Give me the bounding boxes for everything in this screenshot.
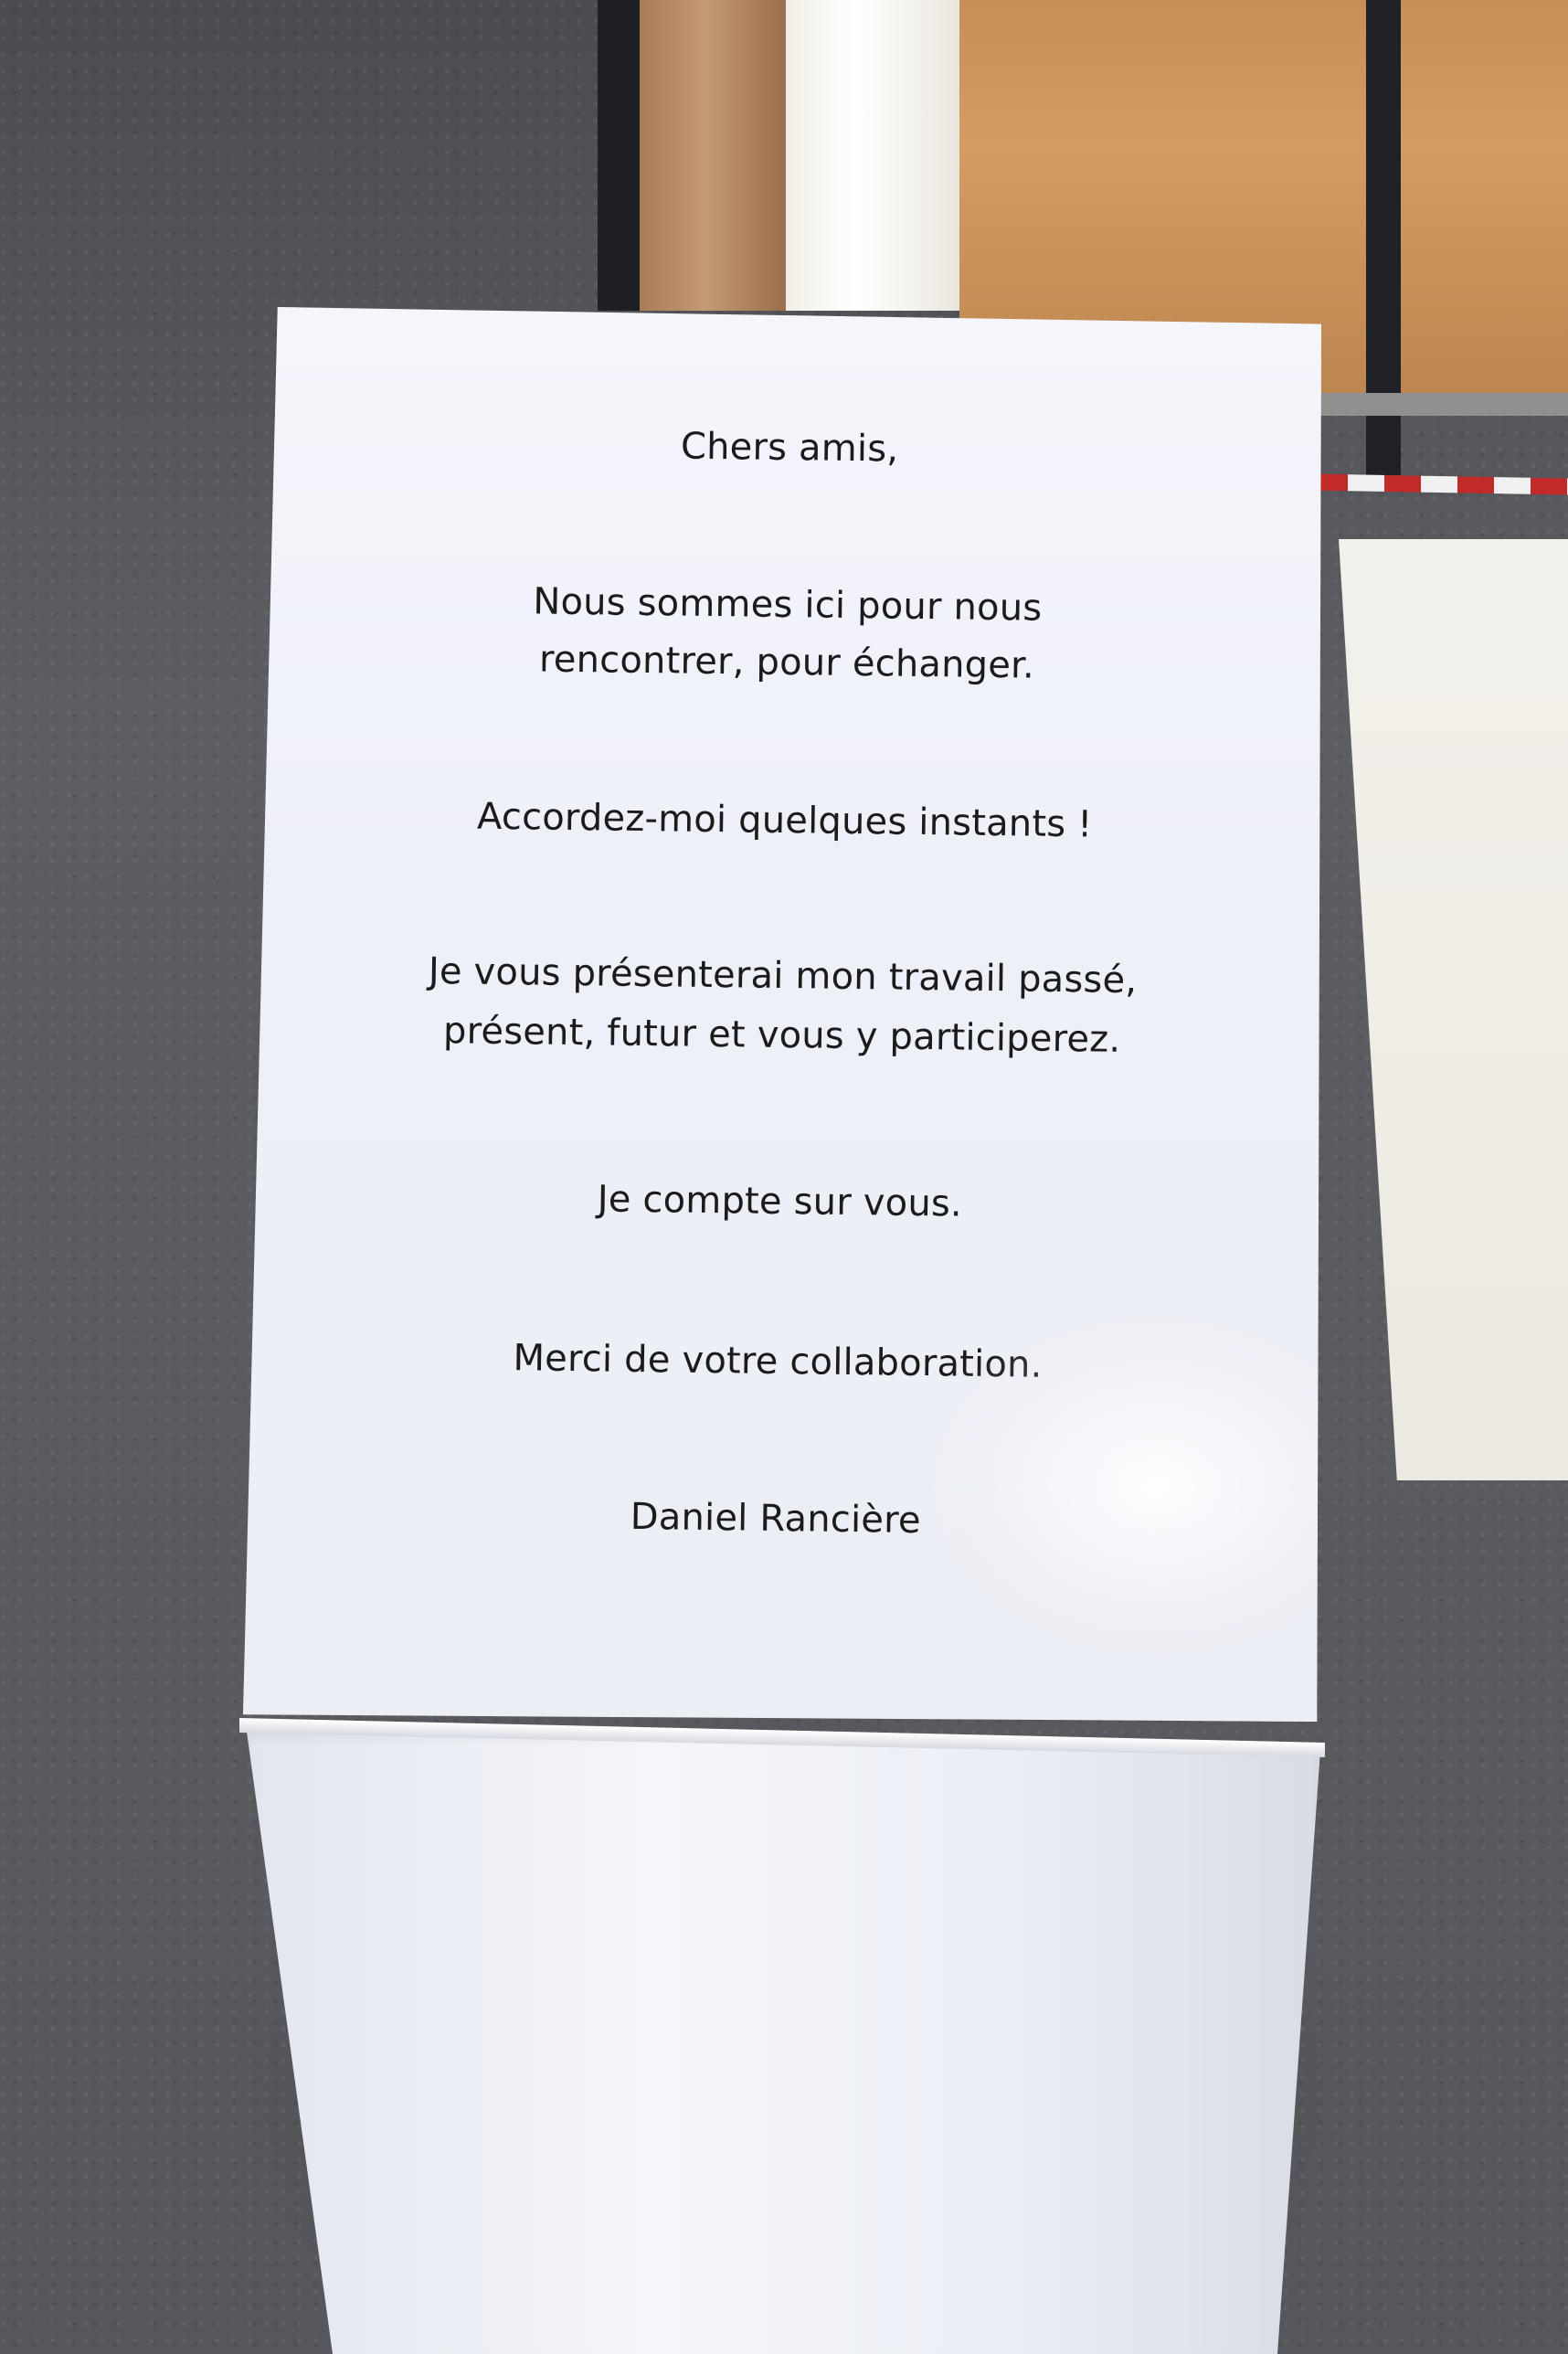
wall-baseboard: [1298, 393, 1568, 416]
letter-line: Merci de votre collaboration.: [513, 1337, 1043, 1386]
printed-letter-sheet: Chers amis, Nous sommes ici pour nous re…: [243, 307, 1321, 1722]
dark-pillar-left: [598, 0, 640, 311]
letter-line: Je vous présenterai mon travail passé,: [428, 949, 1138, 1002]
letter-line: présent, futur et vous y participerez.: [442, 1010, 1121, 1061]
letter-line: rencontrer, pour échanger.: [538, 638, 1035, 687]
letter-line: Chers amis,: [680, 425, 899, 471]
letter-line: Nous sommes ici pour nous: [533, 580, 1043, 630]
wood-panel-left: [640, 0, 786, 311]
white-wall-panel: [786, 0, 959, 311]
display-pedestal: [247, 1732, 1320, 2354]
signature-line: Daniel Rancière: [630, 1495, 921, 1543]
letter-line: Accordez-moi quelques instants !: [476, 795, 1093, 846]
letter-line: Je compte sur vous.: [597, 1178, 963, 1225]
letter-text-block: Chers amis, Nous sommes ici pour nous re…: [243, 307, 1321, 1722]
scene: Chers amis, Nous sommes ici pour nous re…: [0, 0, 1568, 2354]
